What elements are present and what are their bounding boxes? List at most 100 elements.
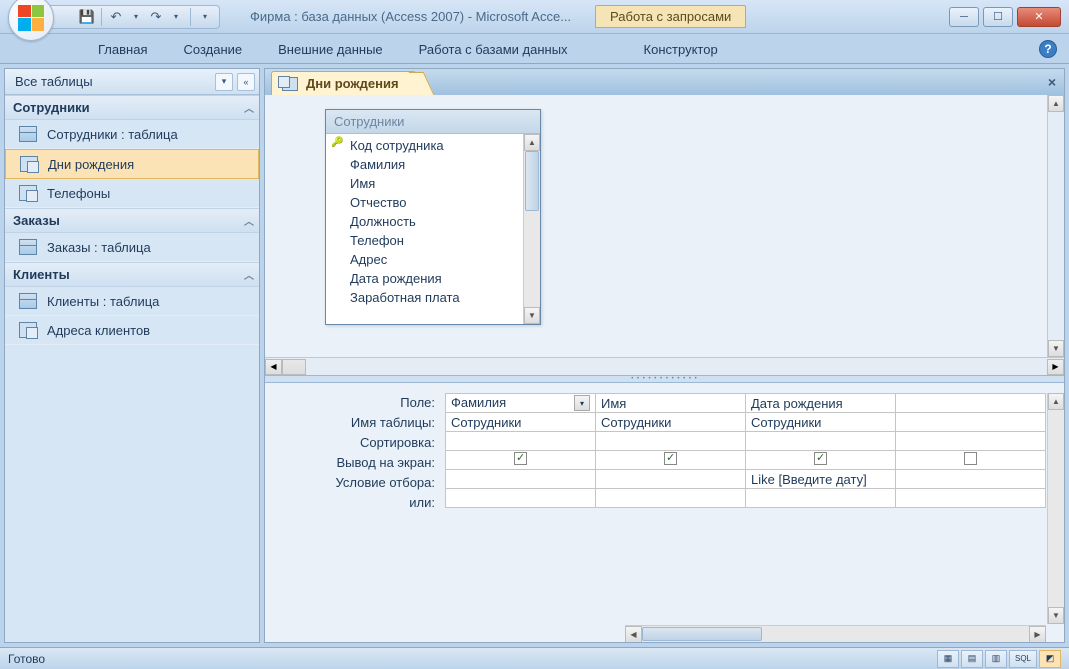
scroll-thumb[interactable] xyxy=(282,359,306,375)
grid-cell[interactable] xyxy=(896,394,1046,413)
help-icon[interactable]: ? xyxy=(1039,40,1057,58)
field-item[interactable]: Телефон xyxy=(326,231,523,250)
scrollbar-vertical[interactable]: ▲ ▼ xyxy=(523,134,540,324)
grid-cell[interactable]: Сотрудники xyxy=(746,413,896,432)
scroll-thumb[interactable] xyxy=(642,627,762,641)
table-icon xyxy=(19,293,37,309)
nav-collapse-icon[interactable]: « xyxy=(237,73,255,91)
scroll-down-icon[interactable]: ▼ xyxy=(1048,340,1064,357)
view-sql-button[interactable]: SQL xyxy=(1009,650,1037,668)
show-checkbox[interactable] xyxy=(814,452,827,465)
ribbon-tab-home[interactable]: Главная xyxy=(80,36,165,63)
document-close-icon[interactable]: × xyxy=(1048,74,1056,90)
ribbon-tab-design[interactable]: Конструктор xyxy=(626,36,736,63)
field-item[interactable]: Должность xyxy=(326,212,523,231)
grid-cell[interactable] xyxy=(896,451,1046,470)
grid-cell[interactable] xyxy=(746,432,896,451)
dropdown-icon[interactable]: ▾ xyxy=(128,9,144,25)
save-icon[interactable]: 💾 xyxy=(79,9,95,25)
scroll-up-icon[interactable]: ▲ xyxy=(1048,95,1064,112)
view-datasheet-icon[interactable]: ▦ xyxy=(937,650,959,668)
scroll-down-icon[interactable]: ▼ xyxy=(1048,607,1064,624)
scroll-up-icon[interactable]: ▲ xyxy=(1048,393,1064,410)
grid-scrollbar-vertical[interactable]: ▲ ▼ xyxy=(1047,393,1064,624)
grid-cell[interactable] xyxy=(896,432,1046,451)
qat-customize-icon[interactable]: ▾ xyxy=(197,9,213,25)
grid-cell[interactable]: Сотрудники xyxy=(446,413,596,432)
ribbon-tab-create[interactable]: Создание xyxy=(165,36,260,63)
office-button[interactable] xyxy=(8,0,54,41)
nav-group-header[interactable]: Клиенты︿ xyxy=(5,262,259,287)
pane-scrollbar-horizontal[interactable]: ◀ ▶ xyxy=(265,357,1064,375)
scroll-left-icon[interactable]: ◀ xyxy=(625,626,642,642)
grid-cell[interactable]: Дата рождения xyxy=(746,394,896,413)
scroll-right-icon[interactable]: ▶ xyxy=(1029,626,1046,642)
view-design-icon[interactable]: ◩ xyxy=(1039,650,1061,668)
field-item[interactable]: Заработная плата xyxy=(326,288,523,307)
query-design-upper-pane[interactable]: Сотрудники Код сотрудникаФамилияИмяОтчес… xyxy=(265,95,1064,375)
field-item[interactable]: Адрес xyxy=(326,250,523,269)
query-design-grid[interactable]: Фамилия▾ИмяДата рожденияСотрудникиСотруд… xyxy=(445,393,1046,508)
grid-cell[interactable] xyxy=(446,489,596,508)
grid-cell[interactable] xyxy=(896,470,1046,489)
view-pivot-icon[interactable]: ▤ xyxy=(961,650,983,668)
nav-item-label: Сотрудники : таблица xyxy=(47,127,178,142)
table-icon xyxy=(19,239,37,255)
minimize-button[interactable]: ─ xyxy=(949,7,979,27)
close-button[interactable]: ✕ xyxy=(1017,7,1061,27)
field-list[interactable]: Код сотрудникаФамилияИмяОтчествоДолжност… xyxy=(326,134,523,324)
grid-cell[interactable]: Сотрудники xyxy=(596,413,746,432)
grid-cell[interactable] xyxy=(446,451,596,470)
field-item[interactable]: Фамилия xyxy=(326,155,523,174)
grid-cell[interactable] xyxy=(446,470,596,489)
field-item[interactable]: Код сотрудника xyxy=(326,136,523,155)
maximize-button[interactable]: ☐ xyxy=(983,7,1013,27)
document-tab[interactable]: Дни рождения xyxy=(271,71,420,95)
ribbon-tab-external[interactable]: Внешние данные xyxy=(260,36,401,63)
show-checkbox[interactable] xyxy=(964,452,977,465)
grid-cell[interactable]: Фамилия▾ xyxy=(446,394,596,413)
scroll-thumb[interactable] xyxy=(525,151,539,211)
nav-group-header[interactable]: Сотрудники︿ xyxy=(5,95,259,120)
grid-cell[interactable] xyxy=(596,470,746,489)
dropdown-icon[interactable]: ▾ xyxy=(574,395,590,411)
scroll-left-icon[interactable]: ◀ xyxy=(265,359,282,375)
nav-item[interactable]: Клиенты : таблица xyxy=(5,287,259,316)
nav-item[interactable]: Дни рождения xyxy=(5,149,259,179)
field-item[interactable]: Имя xyxy=(326,174,523,193)
table-field-list[interactable]: Сотрудники Код сотрудникаФамилияИмяОтчес… xyxy=(325,109,541,325)
show-checkbox[interactable] xyxy=(664,452,677,465)
grid-cell[interactable] xyxy=(746,451,896,470)
ribbon-tab-database[interactable]: Работа с базами данных xyxy=(401,36,586,63)
scroll-down-icon[interactable]: ▼ xyxy=(524,307,540,324)
grid-cell[interactable] xyxy=(596,489,746,508)
grid-cell[interactable] xyxy=(746,489,896,508)
view-chart-icon[interactable]: ▥ xyxy=(985,650,1007,668)
undo-icon[interactable]: ↶ xyxy=(108,9,124,25)
nav-item[interactable]: Заказы : таблица xyxy=(5,233,259,262)
scroll-up-icon[interactable]: ▲ xyxy=(524,134,540,151)
nav-item[interactable]: Сотрудники : таблица xyxy=(5,120,259,149)
grid-cell[interactable]: Имя xyxy=(596,394,746,413)
field-item[interactable]: Отчество xyxy=(326,193,523,212)
redo-icon[interactable]: ↷ xyxy=(148,9,164,25)
nav-item[interactable]: Телефоны xyxy=(5,179,259,208)
grid-scrollbar-horizontal[interactable]: ◀ ▶ xyxy=(625,625,1046,642)
nav-group-header[interactable]: Заказы︿ xyxy=(5,208,259,233)
field-item[interactable]: Дата рождения xyxy=(326,269,523,288)
grid-cell[interactable]: Like [Введите дату] xyxy=(746,470,896,489)
grid-cell[interactable] xyxy=(596,432,746,451)
query-icon xyxy=(20,156,38,172)
nav-pane-header[interactable]: Все таблицы ▾ « xyxy=(5,69,259,95)
grid-cell[interactable] xyxy=(446,432,596,451)
grid-cell[interactable] xyxy=(896,413,1046,432)
pane-splitter[interactable]: • • • • • • • • • • • • xyxy=(265,375,1064,383)
scroll-right-icon[interactable]: ▶ xyxy=(1047,359,1064,375)
pane-scrollbar-vertical[interactable]: ▲ ▼ xyxy=(1047,95,1064,357)
nav-item[interactable]: Адреса клиентов xyxy=(5,316,259,345)
grid-cell[interactable] xyxy=(896,489,1046,508)
dropdown-icon[interactable]: ▾ xyxy=(168,9,184,25)
show-checkbox[interactable] xyxy=(514,452,527,465)
nav-filter-dropdown-icon[interactable]: ▾ xyxy=(215,73,233,91)
grid-cell[interactable] xyxy=(596,451,746,470)
